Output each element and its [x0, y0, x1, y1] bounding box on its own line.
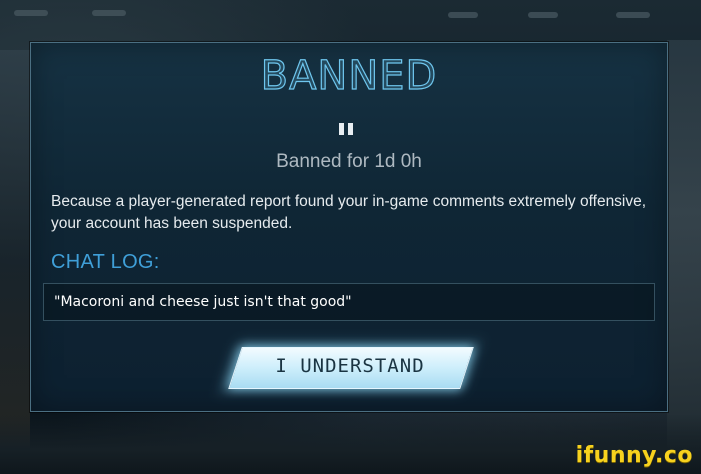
chat-log-box: "Macoroni and cheese just isn't that goo… — [43, 283, 655, 321]
chat-log-label: CHAT LOG: — [51, 251, 160, 273]
ban-dialog: BANNED BANNED Banned for 1d 0h Because a… — [30, 42, 668, 412]
dialog-title: BANNED — [260, 52, 438, 99]
ban-reason: Because a player-generated report found … — [51, 193, 647, 232]
background-hud-bar — [14, 10, 48, 16]
background-hud-bar — [92, 10, 126, 16]
background-left-scenery — [0, 50, 30, 470]
background-hud-bar — [448, 12, 478, 18]
ban-duration: Banned for 1d 0h — [276, 151, 422, 172]
understand-button-label[interactable]: I UNDERSTAND — [235, 355, 465, 377]
pause-icon — [339, 123, 353, 135]
background-hud-bar — [616, 12, 650, 18]
chat-log-entry: "Macoroni and cheese just isn't that goo… — [54, 294, 352, 310]
background-right-scenery — [667, 40, 701, 470]
background-hud-bar — [528, 12, 558, 18]
ifunny-watermark: ifunny.co — [575, 443, 693, 468]
understand-button-wrapper[interactable]: I UNDERSTAND — [221, 343, 479, 391]
